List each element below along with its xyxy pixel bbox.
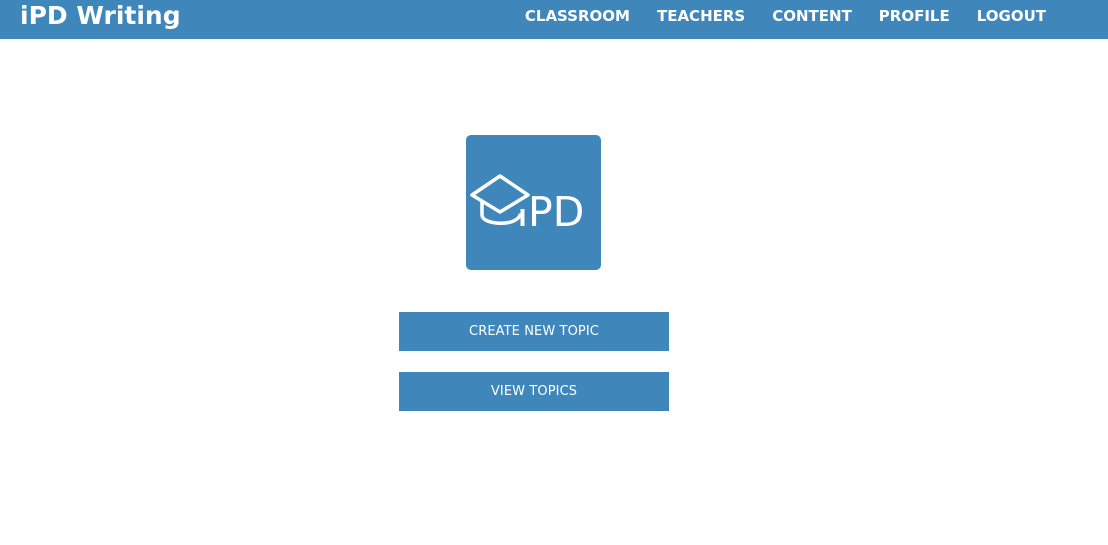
nav-teachers[interactable]: TEACHERS — [657, 7, 745, 25]
top-navbar: iPD Writing CLASSROOM TEACHERS CONTENT P… — [0, 0, 1108, 39]
brand-title[interactable]: iPD Writing — [20, 0, 181, 32]
graduation-cap-icon — [470, 174, 530, 225]
nav-logout[interactable]: LOGOUT — [977, 7, 1046, 25]
view-topics-button[interactable]: VIEW TOPICS — [399, 372, 669, 411]
ipd-logo: PD — [466, 135, 601, 270]
logo-text: PD — [528, 188, 584, 236]
create-new-topic-button[interactable]: CREATE NEW TOPIC — [399, 312, 669, 351]
nav-profile[interactable]: PROFILE — [879, 7, 950, 25]
nav-content[interactable]: CONTENT — [772, 7, 852, 25]
logo-i-stem — [520, 209, 525, 226]
ipd-logo-graphic: PD — [470, 174, 584, 236]
nav-classroom[interactable]: CLASSROOM — [525, 7, 630, 25]
main-nav: CLASSROOM TEACHERS CONTENT PROFILE LOGOU… — [525, 0, 1046, 32]
